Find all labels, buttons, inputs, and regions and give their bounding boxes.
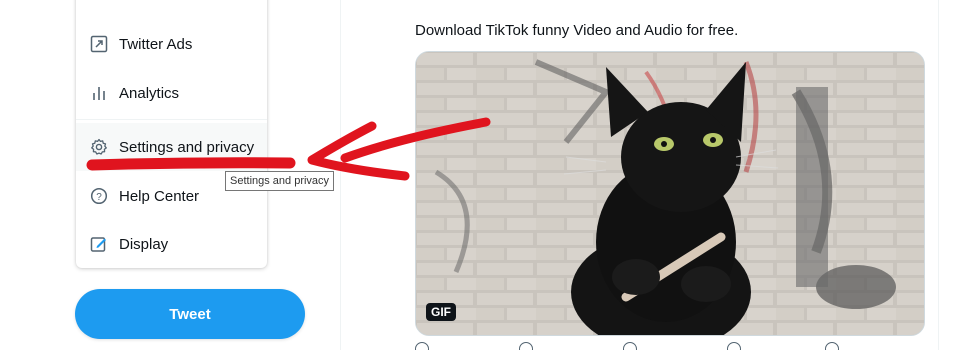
menu-item-twitter-ads[interactable]: Twitter Ads (76, 20, 267, 68)
analytics-icon (89, 83, 109, 103)
display-edit-icon (89, 234, 109, 254)
analytics-small-icon[interactable] (825, 342, 839, 350)
settings-tooltip: Settings and privacy (225, 171, 335, 191)
share-icon[interactable] (727, 342, 741, 350)
retweet-icon[interactable] (519, 342, 533, 350)
external-link-icon (89, 34, 109, 54)
menu-divider (76, 119, 267, 120)
like-icon[interactable] (623, 342, 637, 350)
tweet-media-gif[interactable] (415, 51, 925, 336)
menu-item-label: Settings and privacy (119, 138, 255, 156)
menu-item-label: Analytics (119, 84, 180, 102)
tweet-text: Download TikTok funny Video and Audio fo… (415, 22, 739, 39)
menu-item-label: Help Center (119, 187, 200, 205)
cat-gif-image (416, 52, 924, 335)
menu-item-settings-and-privacy[interactable]: Settings and privacy (76, 123, 267, 171)
help-icon: ? (89, 186, 109, 206)
column-border (340, 0, 341, 350)
menu-item-display[interactable]: Display (76, 220, 267, 268)
page: Twitter Ads Analytics Settings and priva… (0, 0, 965, 350)
tweet-actions (415, 342, 935, 350)
menu-item-analytics[interactable]: Analytics (76, 69, 267, 117)
gif-badge: GIF (426, 303, 456, 321)
menu-item-label: Twitter Ads (119, 35, 193, 53)
gear-icon (89, 137, 109, 157)
column-border (938, 0, 939, 350)
reply-icon[interactable] (415, 342, 429, 350)
more-menu: Twitter Ads Analytics Settings and priva… (76, 0, 267, 268)
tweet-button[interactable]: Tweet (75, 289, 305, 339)
menu-item-label: Display (119, 235, 169, 253)
svg-text:?: ? (96, 192, 102, 203)
